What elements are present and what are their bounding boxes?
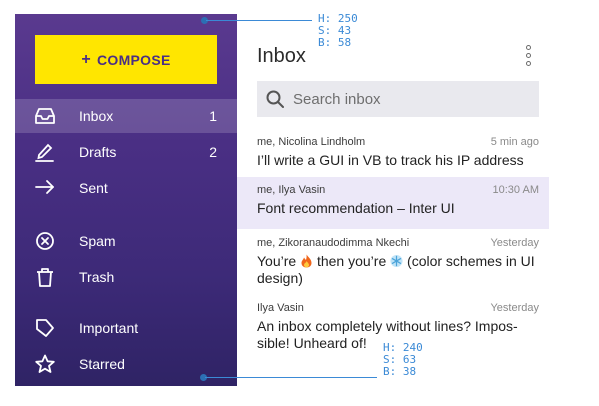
compose-button[interactable]: + COMPOSE — [35, 35, 217, 84]
message-subject: Font recommendation – Inter UI — [257, 200, 455, 216]
compose-label: COMPOSE — [96, 51, 171, 68]
sidebar-item-inbox[interactable]: Inbox 1 — [15, 99, 237, 133]
sidebar-item-label: Sent — [79, 180, 108, 196]
mockup-stage: + COMPOSE Inbox 1 Drafts 2 Sent Spam Tra… — [0, 0, 599, 406]
subject-part: then you’re — [316, 253, 387, 269]
pencil-icon — [34, 142, 56, 162]
message-from: me, Zikoranaudodimma Nkechi — [257, 237, 410, 249]
sidebar-item-label: Inbox — [79, 108, 114, 124]
message-time: 5 min ago — [490, 136, 539, 148]
sidebar-item-label: Starred — [79, 356, 125, 372]
star-icon — [34, 354, 56, 374]
sidebar-item-sent[interactable]: Sent — [15, 171, 237, 205]
plus-icon: + — [81, 50, 91, 68]
sidebar-item-spam[interactable]: Spam — [15, 224, 237, 258]
inbox-icon — [34, 106, 56, 126]
leader-line-bottom — [205, 377, 377, 378]
search-icon — [266, 90, 284, 108]
message-time: Yesterday — [490, 302, 539, 314]
hsb-annotation-bottom: H: 240 S: 63 B: 38 — [383, 342, 423, 378]
inbox-panel: Inbox Search inbox me, Nicolina Lindholm… — [237, 14, 549, 386]
more-options-icon[interactable] — [523, 44, 533, 70]
trash-icon — [34, 267, 56, 287]
message-subject: I’ll write a GUI in VB to track his IP a… — [257, 152, 524, 168]
sidebar-item-drafts[interactable]: Drafts 2 — [15, 135, 237, 169]
sidebar-item-label: Spam — [79, 233, 116, 249]
search-placeholder: Search inbox — [293, 90, 381, 108]
spam-icon — [34, 231, 56, 251]
fire-emoji-icon — [301, 254, 312, 268]
sidebar-item-label: Important — [79, 320, 139, 336]
message-from: Ilya Vasin — [257, 302, 304, 314]
brightness-value: B: 58 — [318, 36, 352, 49]
label-icon — [34, 318, 56, 338]
sidebar-item-label: Drafts — [79, 144, 117, 160]
list-item-selected[interactable]: me, Ilya Vasin 10:30 AM Font recommendat… — [237, 177, 549, 229]
arrow-right-icon — [34, 178, 56, 198]
message-time: Yesterday — [490, 237, 539, 249]
sidebar-item-important[interactable]: Important — [15, 311, 237, 345]
subject-part: You’re — [257, 253, 297, 269]
search-input[interactable]: Search inbox — [257, 81, 539, 117]
page-title: Inbox — [257, 45, 306, 67]
subject-line: An inbox completely without lines? Impos… — [257, 318, 518, 334]
leader-line-top — [206, 20, 312, 21]
sidebar-item-trash[interactable]: Trash — [15, 260, 237, 294]
snowflake-emoji-icon — [390, 254, 403, 268]
message-time: 10:30 AM — [492, 184, 539, 196]
message-subject: You’re then you’re (color schemes in UI … — [257, 253, 539, 287]
unread-count: 1 — [209, 108, 217, 124]
list-item[interactable]: me, Zikoranaudodimma Nkechi Yesterday Yo… — [237, 237, 549, 299]
hsb-annotation-top: H: 250 S: 43 B: 58 — [318, 13, 358, 49]
sidebar: + COMPOSE Inbox 1 Drafts 2 Sent Spam Tra… — [15, 14, 237, 386]
message-from: me, Nicolina Lindholm — [257, 136, 366, 148]
draft-count: 2 — [209, 144, 217, 160]
sidebar-item-label: Trash — [79, 269, 115, 285]
message-from: me, Ilya Vasin — [257, 184, 326, 196]
brightness-value: B: 38 — [383, 365, 417, 378]
